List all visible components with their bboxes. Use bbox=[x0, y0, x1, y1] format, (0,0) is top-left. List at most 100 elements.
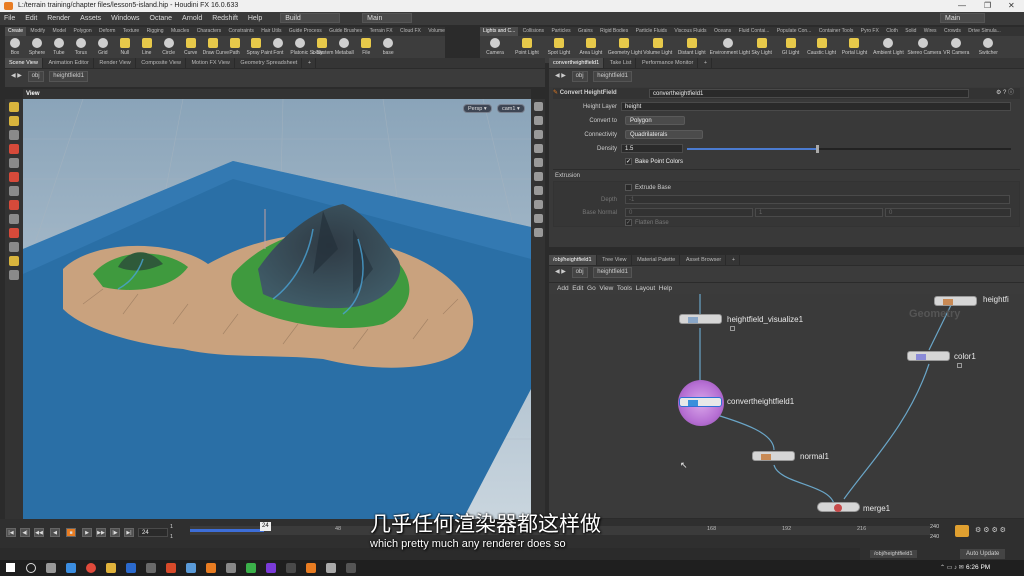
net-menu-add[interactable]: Add bbox=[557, 285, 569, 292]
ghost-icon[interactable] bbox=[533, 144, 543, 153]
node-color[interactable] bbox=[907, 351, 950, 361]
tool-null[interactable]: Null bbox=[115, 36, 135, 56]
render-region-icon[interactable] bbox=[9, 242, 19, 252]
timeline-options-icon[interactable]: ⚙ ⚙ ⚙ ⚙ bbox=[975, 526, 1006, 534]
explorer-icon[interactable] bbox=[106, 563, 116, 573]
rotate-tool-icon[interactable] bbox=[9, 144, 19, 154]
net-menu-layout[interactable]: Layout bbox=[636, 285, 656, 292]
menu-render[interactable]: Render bbox=[43, 12, 74, 25]
base-normal-z[interactable]: 0 bbox=[885, 208, 1011, 217]
tool-volume-light[interactable]: Volume Light bbox=[642, 36, 674, 56]
tool-point-light[interactable]: Point Light bbox=[512, 36, 542, 56]
tool-distant-light[interactable]: Distant Light bbox=[676, 36, 708, 56]
wireframe-icon[interactable] bbox=[533, 130, 543, 139]
menu-file[interactable]: File bbox=[0, 12, 19, 25]
shelf-tab-create[interactable]: Create bbox=[5, 27, 27, 36]
app-icon-9[interactable] bbox=[286, 563, 296, 573]
tool-vr-camera[interactable]: VR Camera bbox=[941, 36, 971, 56]
magnet-tool-icon[interactable] bbox=[9, 200, 19, 210]
tool-sphere[interactable]: Sphere bbox=[27, 36, 47, 56]
shelf-tab-muscles[interactable]: Muscles bbox=[168, 27, 192, 36]
shelf-tab-fluid-containers[interactable]: Fluid Contai... bbox=[736, 27, 773, 36]
app-icon-7[interactable] bbox=[246, 563, 256, 573]
shelf-tab-texture[interactable]: Texture bbox=[120, 27, 142, 36]
shelf-tab-guide-brushes[interactable]: Guide Brushes bbox=[326, 27, 365, 36]
shelf-tab-modify[interactable]: Modify bbox=[27, 27, 48, 36]
display-options-icon[interactable] bbox=[533, 102, 543, 111]
param-path-obj[interactable]: obj bbox=[571, 71, 588, 82]
shelf-tab-polygon[interactable]: Polygon bbox=[71, 27, 95, 36]
tool-geometry-light[interactable]: Geometry Light bbox=[608, 36, 642, 56]
tab-material-palette[interactable]: Material Palette bbox=[633, 255, 681, 265]
lighting-icon[interactable] bbox=[533, 158, 543, 167]
grid-toggle-icon[interactable] bbox=[533, 186, 543, 195]
shelf-tab-populate-containers[interactable]: Populate Con... bbox=[774, 27, 814, 36]
param-back-icon[interactable]: ◀ ▶ bbox=[555, 73, 566, 79]
tool-path[interactable]: Path bbox=[225, 36, 245, 56]
shelf-tab-collisions[interactable]: Collisions bbox=[520, 27, 547, 36]
shelf-tab-model[interactable]: Model bbox=[50, 27, 70, 36]
tab-tree-view[interactable]: Tree View bbox=[598, 255, 632, 265]
tool-metaball[interactable]: Metaball bbox=[334, 36, 354, 56]
convert-to-select[interactable]: Polygon bbox=[625, 116, 685, 125]
node-merge[interactable] bbox=[817, 502, 860, 512]
menu-assets[interactable]: Assets bbox=[76, 12, 105, 25]
tool-switcher[interactable]: Switcher bbox=[973, 36, 1003, 56]
menu-help[interactable]: Help bbox=[244, 12, 266, 25]
go-start-button[interactable]: |◀ bbox=[6, 528, 16, 537]
shading-icon[interactable] bbox=[533, 116, 543, 125]
menu-octane[interactable]: Octane bbox=[146, 12, 177, 25]
shelf-tab-crowds[interactable]: Crowds bbox=[941, 27, 964, 36]
density-slider-handle[interactable] bbox=[815, 145, 819, 153]
tool-platonic-solids[interactable]: Platonic Solids bbox=[290, 36, 323, 56]
net-menu-go[interactable]: Go bbox=[587, 285, 596, 292]
tab-geometry-spreadsheet[interactable]: Geometry Spreadsheet bbox=[236, 58, 303, 68]
camera-menu[interactable]: cam1 ▾ bbox=[497, 104, 525, 113]
menu-windows[interactable]: Windows bbox=[107, 12, 143, 25]
shelf-tab-cloth[interactable]: Cloth bbox=[883, 27, 901, 36]
shelf-tab-pyro-fx[interactable]: Pyro FX bbox=[858, 27, 882, 36]
tool-sky-light[interactable]: Sky Light bbox=[748, 36, 776, 56]
path-obj[interactable]: obj bbox=[27, 71, 44, 82]
app-icon-11[interactable] bbox=[346, 563, 356, 573]
add-tab-button[interactable]: + bbox=[304, 58, 317, 68]
scene-viewport[interactable]: Persp ▾ cam1 ▾ bbox=[23, 99, 531, 519]
shelf-tab-lights[interactable]: Lights and C... bbox=[480, 27, 519, 36]
bake-point-colors-checkbox[interactable]: ✓ bbox=[625, 158, 632, 165]
depth-field[interactable]: -1 bbox=[625, 195, 1010, 204]
tool-font[interactable]: Font bbox=[268, 36, 288, 56]
windows-start-icon[interactable] bbox=[6, 563, 15, 572]
desktop-select[interactable]: Build bbox=[280, 13, 341, 23]
density-field[interactable]: 1.5 bbox=[621, 144, 683, 153]
pose-tool-icon[interactable] bbox=[9, 186, 19, 196]
app-icon-5[interactable] bbox=[206, 563, 216, 573]
menu-arnold[interactable]: Arnold bbox=[178, 12, 206, 25]
app-icon-3[interactable] bbox=[166, 563, 176, 573]
tool-camera[interactable]: Camera bbox=[480, 36, 510, 56]
shelf-tab-drive-simulation[interactable]: Drive Simula... bbox=[965, 27, 1004, 36]
base-normal-y[interactable]: 1 bbox=[755, 208, 883, 217]
step-back-button[interactable]: ◀◀ bbox=[34, 528, 44, 537]
app-icon-10[interactable] bbox=[326, 563, 336, 573]
shelf-tab-terrain-fx[interactable]: Terrain FX bbox=[367, 27, 396, 36]
tool-draw-curve[interactable]: Draw Curve bbox=[203, 36, 229, 56]
shelf-tab-characters[interactable]: Characters bbox=[194, 27, 224, 36]
net-menu-tools[interactable]: Tools bbox=[617, 285, 632, 292]
tool-tube[interactable]: Tube bbox=[49, 36, 69, 56]
tool-torus[interactable]: Torus bbox=[71, 36, 91, 56]
tool-caustic-light[interactable]: Caustic Light bbox=[806, 36, 838, 56]
shelf-tab-wires[interactable]: Wires bbox=[921, 27, 940, 36]
menu-redshift[interactable]: Redshift bbox=[208, 12, 242, 25]
tab-take-list[interactable]: Take List bbox=[606, 58, 637, 68]
tool-file[interactable]: File bbox=[356, 36, 376, 56]
tab-scene-view[interactable]: Scene View bbox=[5, 58, 43, 68]
height-layer-field[interactable]: height bbox=[621, 102, 1011, 111]
normals-icon[interactable] bbox=[533, 200, 543, 209]
shelf-tab-particles[interactable]: Particles bbox=[548, 27, 573, 36]
shelf-tab-container-tools[interactable]: Container Tools bbox=[816, 27, 857, 36]
back-icon[interactable]: ◀ ▶ bbox=[11, 73, 22, 79]
flatten-base-checkbox[interactable]: ✓ bbox=[625, 219, 632, 226]
handle-tool-icon[interactable] bbox=[9, 172, 19, 182]
tool-area-light[interactable]: Area Light bbox=[576, 36, 606, 56]
tab-network[interactable]: /obj/heightfield1 bbox=[549, 255, 597, 265]
